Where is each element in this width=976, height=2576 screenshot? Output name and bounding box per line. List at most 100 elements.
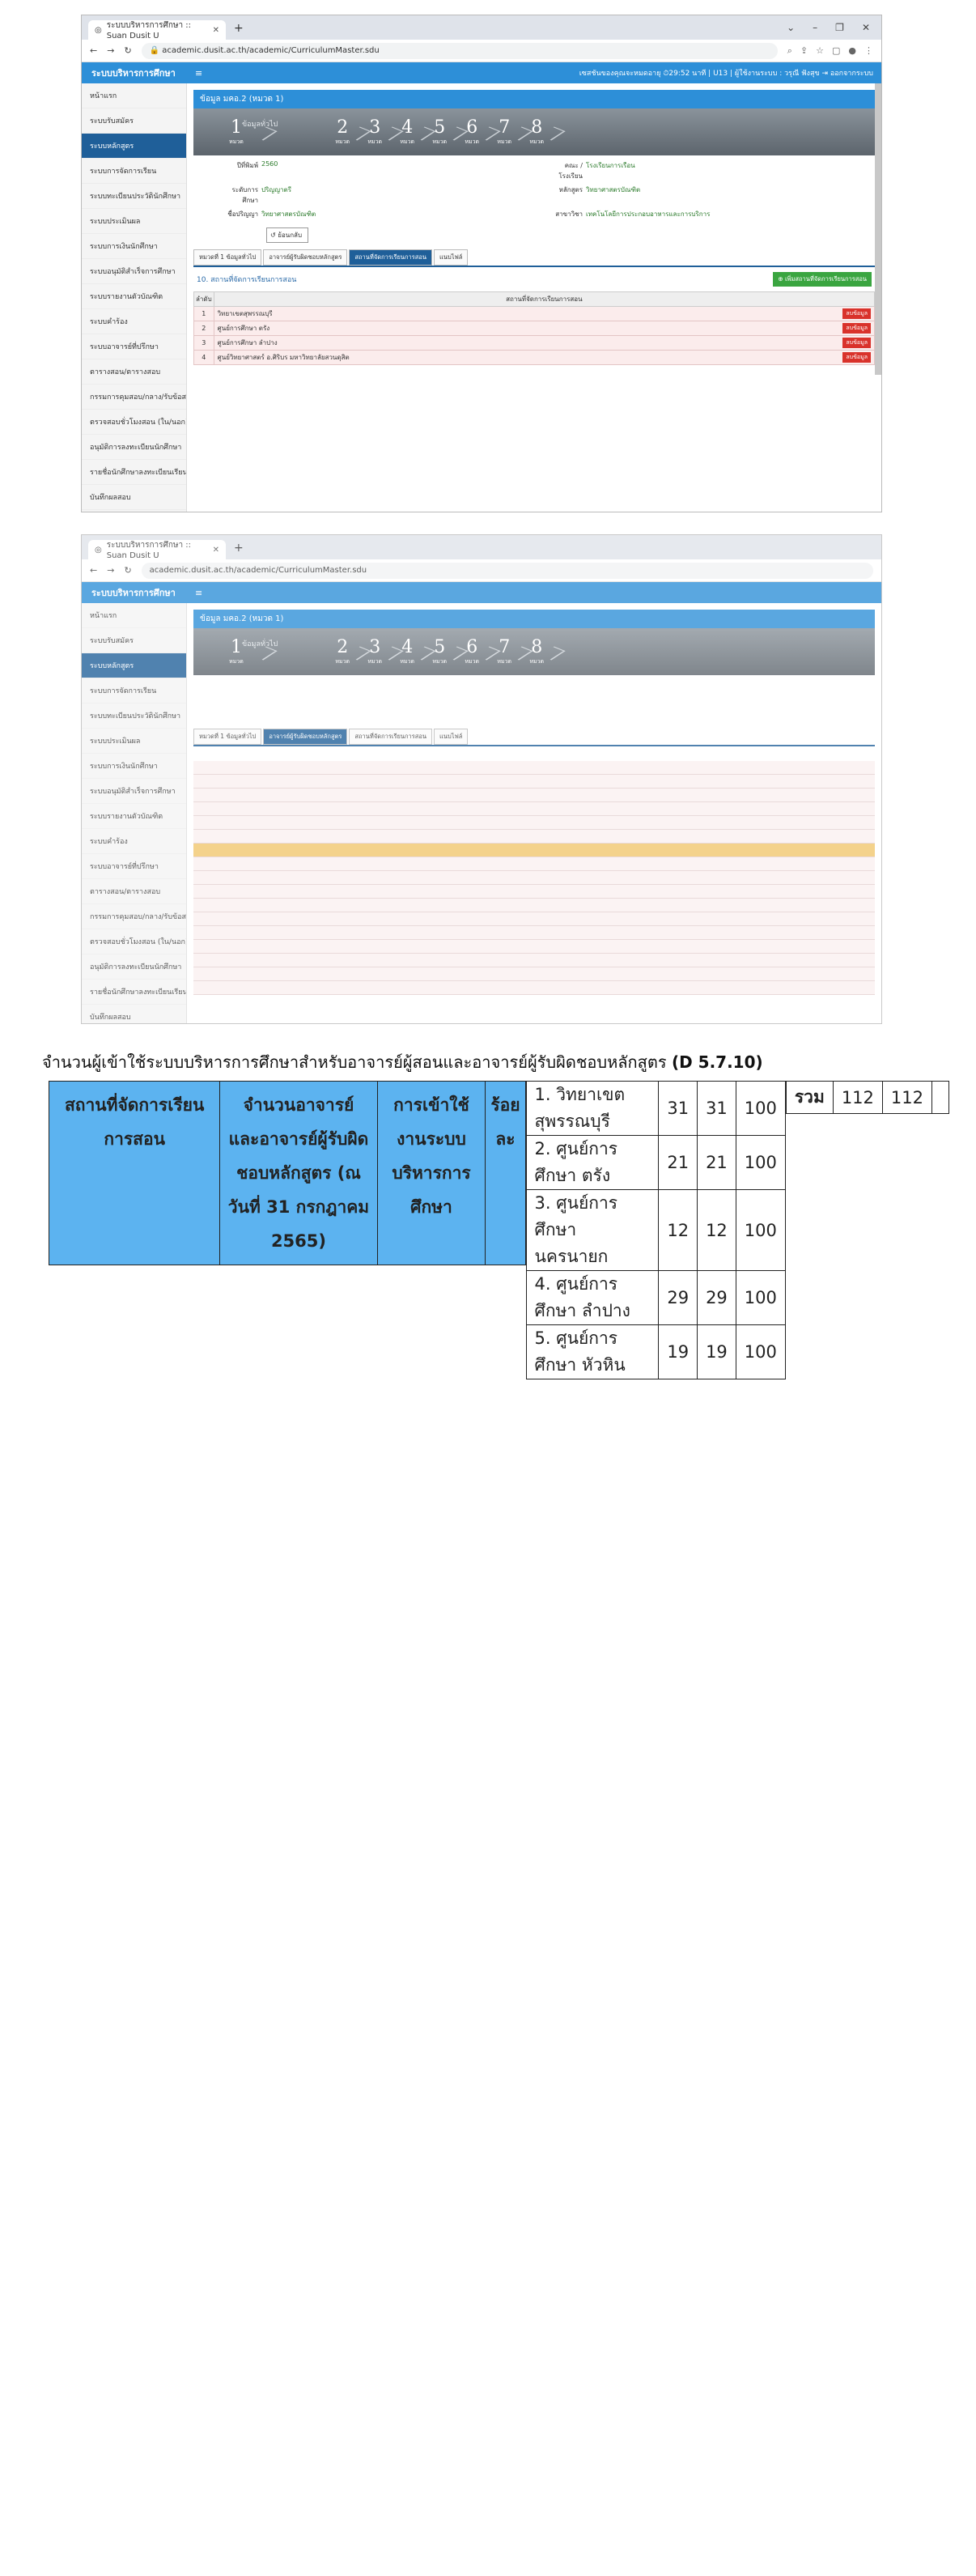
- forward-arrow-icon[interactable]: →: [107, 565, 114, 576]
- step-7[interactable]: 7 หมวด: [488, 637, 520, 666]
- step-number: 3: [369, 637, 381, 657]
- tab-section[interactable]: อาจารย์ผู้รับผิดชอบหลักสูตร: [263, 249, 348, 266]
- sidebar-item[interactable]: ระบบรับสมัคร: [82, 108, 186, 134]
- table-row: 2 ศูนย์การศึกษา ตรัง ลบข้อมูล: [193, 321, 876, 336]
- step-3[interactable]: 3 หมวด: [359, 637, 391, 666]
- sidebar-item[interactable]: ระบบหลักสูตร: [82, 134, 186, 159]
- sidebar-item[interactable]: อนุมัติการลงทะเบียนนักศึกษา: [82, 435, 186, 460]
- chevron-down-icon[interactable]: ⌄: [787, 22, 795, 33]
- sidebar-item[interactable]: ระบบอาจารย์ที่ปรึกษา: [82, 854, 186, 879]
- delete-button[interactable]: ลบข้อมูล: [842, 308, 871, 319]
- sidebar-item[interactable]: บันทึกผลสอบ: [82, 485, 186, 510]
- sidebar-item[interactable]: ระบบประเมินผล: [82, 729, 186, 754]
- step-number: 7: [499, 637, 511, 657]
- sidebar-item[interactable]: ระบบการเงินนักศึกษา: [82, 234, 186, 259]
- forward-arrow-icon[interactable]: →: [107, 45, 114, 56]
- tab-section[interactable]: สถานที่จัดการเรียนการสอน: [349, 249, 432, 266]
- step-6[interactable]: 6 หมวด: [456, 117, 488, 147]
- sidebar-item[interactable]: ระบบการจัดการเรียน: [82, 159, 186, 184]
- back-arrow-icon[interactable]: ←: [90, 45, 97, 56]
- url-field-2[interactable]: academic.dusit.ac.th/academic/Curriculum…: [141, 562, 873, 579]
- sidebar-item[interactable]: ตารางสอน/ตารางสอบ: [82, 359, 186, 385]
- add-location-button[interactable]: ⊕ เพิ่มสถานที่จัดการเรียนการสอน: [773, 272, 872, 287]
- reload-icon[interactable]: ↻: [124, 45, 131, 56]
- step-caption: หมวด: [335, 658, 350, 665]
- sidebar-item[interactable]: รายชื่อนักศึกษาลงทะเบียนเรียน: [82, 980, 186, 1005]
- sidebar-item[interactable]: กรรมการคุมสอบ/กลาง/รับข้อสอบ: [82, 904, 186, 929]
- step-7[interactable]: 7 หมวด: [488, 117, 520, 147]
- step-2[interactable]: 2 หมวด: [326, 637, 359, 666]
- star-icon[interactable]: ☆: [816, 45, 824, 57]
- close-window-icon[interactable]: ✕: [862, 22, 870, 33]
- hamburger-icon[interactable]: ≡: [187, 68, 210, 79]
- tab-section[interactable]: แนบไฟล์: [433, 729, 469, 745]
- close-tab-icon[interactable]: ✕: [213, 26, 219, 35]
- tab-section[interactable]: หมวดที่ 1 ข้อมูลทั่วไป: [193, 249, 262, 266]
- sidebar-item[interactable]: ระบบอนุมัติสำเร็จการศึกษา: [82, 259, 186, 284]
- delete-button[interactable]: ลบข้อมูล: [842, 338, 871, 348]
- step-5[interactable]: 5 หมวด: [423, 637, 456, 666]
- back-button[interactable]: ↺ ย้อนกลับ: [266, 227, 308, 243]
- sidebar-item[interactable]: กรรมการคุมสอบ/กลาง/รับข้อสอบ: [82, 385, 186, 410]
- sidebar-item[interactable]: ตรวจสอบชั่วโมงสอน (ใน/นอก): [82, 929, 186, 954]
- step-4[interactable]: 4 หมวด: [391, 637, 423, 666]
- sidebar-item[interactable]: ระบบรับสมัคร: [82, 628, 186, 653]
- url-field[interactable]: 🔒 academic.dusit.ac.th/academic/Curricul…: [141, 42, 778, 59]
- minimize-icon[interactable]: –: [813, 22, 817, 33]
- sidebar-item[interactable]: ระบบหลักสูตร: [82, 653, 186, 678]
- sidebar-item[interactable]: ระบบทะเบียนประวัตินักศึกษา: [82, 184, 186, 209]
- sidebar-item[interactable]: ระบบทะเบียนประวัตินักศึกษา: [82, 704, 186, 729]
- step-caption: หมวด: [432, 138, 448, 145]
- delete-button[interactable]: ลบข้อมูล: [842, 323, 871, 334]
- sidebar-item[interactable]: ระบบคำร้อง: [82, 309, 186, 334]
- profile-icon[interactable]: ●: [848, 45, 856, 57]
- step-1[interactable]: 1 หมวด: [208, 117, 265, 147]
- sidebar-item[interactable]: ระบบการจัดการเรียน: [82, 678, 186, 704]
- tab-section[interactable]: อาจารย์ผู้รับผิดชอบหลักสูตร: [263, 729, 348, 745]
- step-4[interactable]: 4 หมวด: [391, 117, 423, 147]
- step-3[interactable]: 3 หมวด: [359, 117, 391, 147]
- delete-button[interactable]: ลบข้อมูล: [842, 352, 871, 363]
- browser-tab[interactable]: ◎ ระบบบริหารการศึกษา :: Suan Dusit U ✕: [88, 20, 226, 40]
- browser-tab-2[interactable]: ◎ ระบบบริหารการศึกษา :: Suan Dusit U ✕: [88, 540, 226, 560]
- new-tab-icon[interactable]: +: [226, 22, 252, 40]
- tab-section[interactable]: หมวดที่ 1 ข้อมูลทั่วไป: [193, 729, 262, 745]
- step-caption: หมวด: [400, 658, 415, 665]
- sidebar-item[interactable]: ระบบรายงานตัวบัณฑิต: [82, 284, 186, 309]
- step-8[interactable]: 8 หมวด: [520, 117, 553, 147]
- sidebar-item[interactable]: ระบบประเมินผล: [82, 209, 186, 234]
- zoom-icon[interactable]: ⌕: [787, 45, 792, 57]
- tab-section[interactable]: สถานที่จัดการเรียนการสอน: [349, 729, 432, 745]
- program-label: หลักสูตร: [558, 186, 583, 193]
- sidebar-item[interactable]: รายชื่อนักศึกษาลงทะเบียนเรียน: [82, 460, 186, 485]
- step-5[interactable]: 5 หมวด: [423, 117, 456, 147]
- sidebar-item[interactable]: ระบบอาจารย์ที่ปรึกษา: [82, 334, 186, 359]
- sidebar-item[interactable]: ระบบอนุมัติสำเร็จการศึกษา: [82, 779, 186, 804]
- step-6[interactable]: 6 หมวด: [456, 637, 488, 666]
- close-tab-icon[interactable]: ✕: [213, 546, 219, 555]
- menu-dots-icon[interactable]: ⋮: [864, 45, 873, 57]
- scrollbar[interactable]: [875, 83, 881, 375]
- tab-section[interactable]: แนบไฟล์: [433, 249, 469, 266]
- share-icon[interactable]: ⇪: [800, 45, 808, 57]
- sidebar-item[interactable]: หน้าแรก: [82, 603, 186, 628]
- step-caption: หมวด: [229, 138, 244, 145]
- sidebar-item[interactable]: บันทึกผลสอบ: [82, 1005, 186, 1023]
- new-tab-icon[interactable]: +: [226, 542, 252, 559]
- reload-icon[interactable]: ↻: [124, 565, 131, 576]
- sidebar-item[interactable]: ระบบคำร้อง: [82, 829, 186, 854]
- hamburger-icon[interactable]: ≡: [187, 588, 210, 598]
- step-2[interactable]: 2 หมวด: [326, 117, 359, 147]
- step-1[interactable]: 1 หมวด: [208, 637, 265, 666]
- sidebar-item[interactable]: หน้าแรก: [82, 83, 186, 108]
- restore-icon[interactable]: ❐: [835, 22, 844, 33]
- sidebar-item[interactable]: ตารางสอน/ตารางสอบ: [82, 879, 186, 904]
- back-arrow-icon[interactable]: ←: [90, 565, 97, 576]
- sidepanel-icon[interactable]: ▢: [832, 45, 840, 57]
- sidebar-item[interactable]: ระบบรายงานตัวบัณฑิต: [82, 804, 186, 829]
- sidebar-item[interactable]: อนุมัติการลงทะเบียนนักศึกษา: [82, 954, 186, 980]
- sidebar-item[interactable]: ตรวจสอบชั่วโมงสอน (ใน/นอก): [82, 410, 186, 435]
- sidebar-item[interactable]: ระบบการเงินนักศึกษา: [82, 754, 186, 779]
- step-number: 3: [369, 117, 381, 138]
- step-8[interactable]: 8 หมวด: [520, 637, 553, 666]
